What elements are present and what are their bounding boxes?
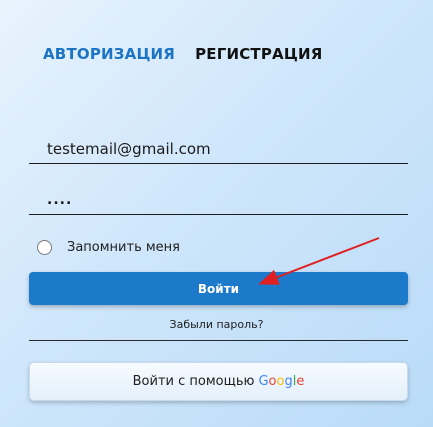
- remember-me-radio[interactable]: [37, 240, 52, 255]
- email-input[interactable]: [29, 134, 408, 163]
- google-letter: e: [296, 374, 305, 389]
- google-letter: G: [258, 374, 269, 389]
- password-input[interactable]: [29, 185, 408, 214]
- google-logo-text: G o o g l e: [258, 374, 304, 389]
- tab-login[interactable]: АВТОРИЗАЦИЯ: [43, 45, 175, 63]
- divider: [29, 340, 408, 341]
- auth-tabs: АВТОРИЗАЦИЯ РЕГИСТРАЦИЯ: [43, 45, 322, 63]
- google-letter: o: [268, 374, 277, 389]
- tab-register[interactable]: РЕГИСТРАЦИЯ: [195, 45, 322, 63]
- google-login-label: Войти с помощью: [132, 374, 255, 389]
- google-letter: g: [284, 374, 293, 389]
- google-login-button[interactable]: Войти с помощью G o o g l e: [29, 362, 408, 401]
- remember-me-option[interactable]: Запомнить меня: [37, 240, 180, 255]
- google-letter: o: [276, 374, 285, 389]
- password-field-wrapper: [29, 185, 408, 215]
- email-field-wrapper: [29, 134, 408, 164]
- remember-me-label: Запомнить меня: [67, 240, 181, 255]
- login-button[interactable]: Войти: [29, 272, 408, 305]
- forgot-password-link[interactable]: Забыли пароль?: [0, 318, 433, 331]
